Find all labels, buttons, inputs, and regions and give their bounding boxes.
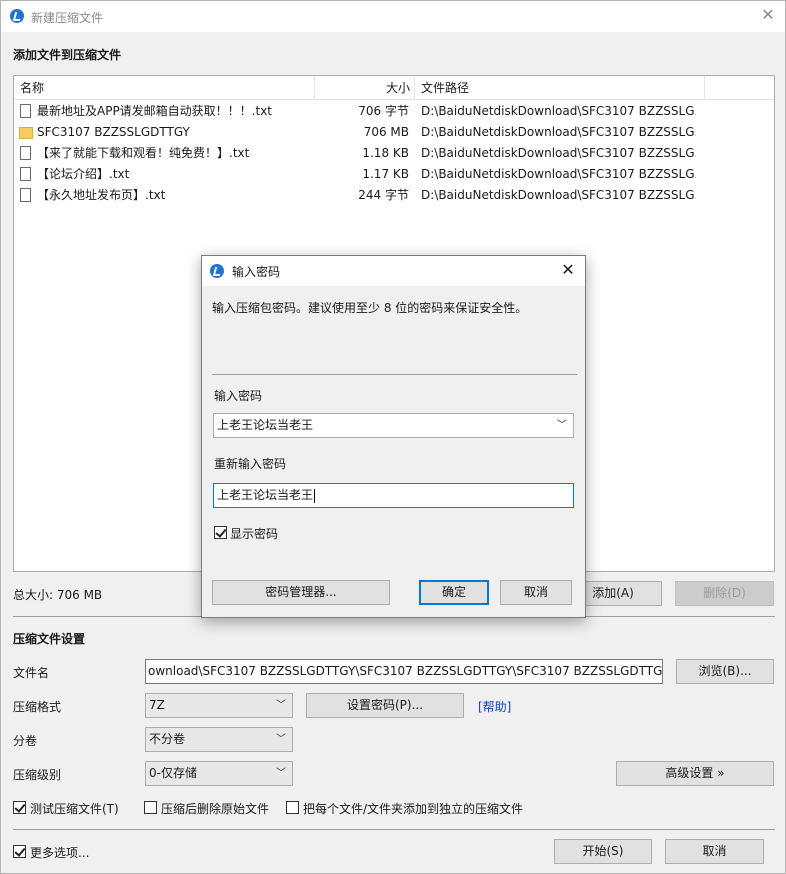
split-label: 分卷 xyxy=(13,734,38,748)
reenter-value: 上老王论坛当老王 xyxy=(217,488,314,502)
list-item[interactable]: 【永久地址发布页】.txt 244 字节 D:\BaiduNetdiskDown… xyxy=(14,185,774,206)
more-options-label[interactable]: 更多选项... xyxy=(30,844,89,861)
chevron-down-icon: ﹀ xyxy=(276,700,286,711)
file-path: D:\BaiduNetdiskDownload\SFC3107 BZZSSLG.… xyxy=(421,104,696,118)
file-size: 1.18 KB xyxy=(362,146,409,160)
filename-input[interactable]: ownload\SFC3107 BZZSSLGDTTGY\SFC3107 BZZ… xyxy=(145,659,663,684)
text-caret xyxy=(314,488,316,503)
show-password-checkbox[interactable] xyxy=(214,526,227,539)
format-value: 7Z xyxy=(149,698,165,712)
divider xyxy=(13,829,775,830)
settings-title: 压缩文件设置 xyxy=(13,632,86,646)
password-label: 输入密码 xyxy=(214,389,263,403)
help-link[interactable]: [帮助] xyxy=(478,698,511,715)
password-manager-button[interactable]: 密码管理器... xyxy=(212,580,390,605)
set-password-button[interactable]: 设置密码(P)... xyxy=(306,693,464,718)
file-size: 1.17 KB xyxy=(362,167,409,181)
divider xyxy=(212,374,577,375)
total-size: 总大小: 706 MB xyxy=(13,588,103,602)
text-file-icon xyxy=(20,104,31,118)
dialog-title-bar: 输入密码 ✕ xyxy=(202,256,585,286)
test-archive-checkbox[interactable] xyxy=(13,801,26,814)
file-name: 【永久地址发布页】.txt xyxy=(37,188,166,202)
chevron-down-icon: ﹀ xyxy=(276,734,286,745)
ok-button[interactable]: 确定 xyxy=(419,580,489,605)
each-separate-checkbox[interactable] xyxy=(286,801,299,814)
filename-label: 文件名 xyxy=(13,666,50,680)
dialog-cancel-button[interactable]: 取消 xyxy=(500,580,572,605)
split-value: 不分卷 xyxy=(149,732,186,746)
close-icon[interactable]: ✕ xyxy=(759,6,777,24)
level-select[interactable]: 0-仅存储 ﹀ xyxy=(145,761,293,786)
reenter-label: 重新输入密码 xyxy=(214,457,287,471)
title-bar: 新建压缩文件 ✕ xyxy=(1,1,785,32)
browse-button[interactable]: 浏览(B)... xyxy=(676,659,774,684)
app-logo-icon xyxy=(210,264,224,278)
delete-after-checkbox[interactable] xyxy=(144,801,157,814)
file-name: 最新地址及APP请发邮箱自动获取！！！.txt xyxy=(37,104,273,118)
chevron-down-icon: ﹀ xyxy=(276,768,286,779)
delete-button[interactable]: 删除(D) xyxy=(675,581,774,606)
file-name: SFC3107 BZZSSLGDTTGY xyxy=(37,125,190,139)
password-value: 上老王论坛当老王 xyxy=(217,418,314,432)
column-path[interactable]: 文件路径 xyxy=(415,76,705,100)
window-title: 新建压缩文件 xyxy=(31,11,104,25)
dialog-description: 输入压缩包密码。建议使用至少 8 位的密码来保证安全性。 xyxy=(212,301,528,315)
text-file-icon xyxy=(20,167,31,181)
text-file-icon xyxy=(20,146,31,160)
dialog-title: 输入密码 xyxy=(232,265,281,279)
show-password-label[interactable]: 显示密码 xyxy=(230,525,278,542)
list-item[interactable]: 【来了就能下载和观看！纯免费！】.txt 1.18 KB D:\BaiduNet… xyxy=(14,143,774,164)
start-button[interactable]: 开始(S) xyxy=(554,839,652,864)
password-input[interactable]: 上老王论坛当老王 ﹀ xyxy=(213,413,574,438)
file-path: D:\BaiduNetdiskDownload\SFC3107 BZZSSLG.… xyxy=(421,167,696,181)
list-item[interactable]: SFC3107 BZZSSLGDTTGY 706 MB D:\BaiduNetd… xyxy=(14,122,774,143)
file-path: D:\BaiduNetdiskDownload\SFC3107 BZZSSLG.… xyxy=(421,125,696,139)
password-dialog: 输入密码 ✕ 输入压缩包密码。建议使用至少 8 位的密码来保证安全性。 输入密码… xyxy=(201,255,586,618)
folder-icon xyxy=(19,127,33,139)
delete-after-label[interactable]: 压缩后删除原始文件 xyxy=(161,800,269,817)
file-size: 706 MB xyxy=(363,125,409,139)
list-item[interactable]: 最新地址及APP请发邮箱自动获取！！！.txt 706 字节 D:\BaiduN… xyxy=(14,101,774,122)
file-size: 706 字节 xyxy=(358,104,409,118)
format-select[interactable]: 7Z ﹀ xyxy=(145,693,293,718)
reenter-password-input[interactable]: 上老王论坛当老王 xyxy=(213,483,574,508)
each-separate-label[interactable]: 把每个文件/文件夹添加到独立的压缩文件 xyxy=(303,800,523,817)
split-select[interactable]: 不分卷 ﹀ xyxy=(145,727,293,752)
file-path: D:\BaiduNetdiskDownload\SFC3107 BZZSSLG.… xyxy=(421,188,696,202)
add-section-title: 添加文件到压缩文件 xyxy=(13,48,122,62)
test-archive-label[interactable]: 测试压缩文件(T) xyxy=(30,800,119,817)
column-name[interactable]: 名称 xyxy=(14,76,315,100)
app-logo-icon xyxy=(10,9,24,23)
level-value: 0-仅存储 xyxy=(149,766,197,780)
list-item[interactable]: 【论坛介绍】.txt 1.17 KB D:\BaiduNetdiskDownlo… xyxy=(14,164,774,185)
file-path: D:\BaiduNetdiskDownload\SFC3107 BZZSSLG.… xyxy=(421,146,696,160)
file-size: 244 字节 xyxy=(358,188,409,202)
chevron-down-icon[interactable]: ﹀ xyxy=(557,414,567,437)
cancel-button[interactable]: 取消 xyxy=(665,839,764,864)
format-label: 压缩格式 xyxy=(13,700,62,714)
text-file-icon xyxy=(20,188,31,202)
file-name: 【论坛介绍】.txt xyxy=(37,167,130,181)
file-name: 【来了就能下载和观看！纯免费！】.txt xyxy=(37,146,250,160)
level-label: 压缩级别 xyxy=(13,768,62,782)
more-options-checkbox[interactable] xyxy=(13,845,26,858)
close-icon[interactable]: ✕ xyxy=(559,260,577,280)
column-size[interactable]: 大小 xyxy=(315,76,415,100)
file-list-header: 名称 大小 文件路径 xyxy=(14,76,774,100)
advanced-settings-button[interactable]: 高级设置 » xyxy=(616,761,774,786)
